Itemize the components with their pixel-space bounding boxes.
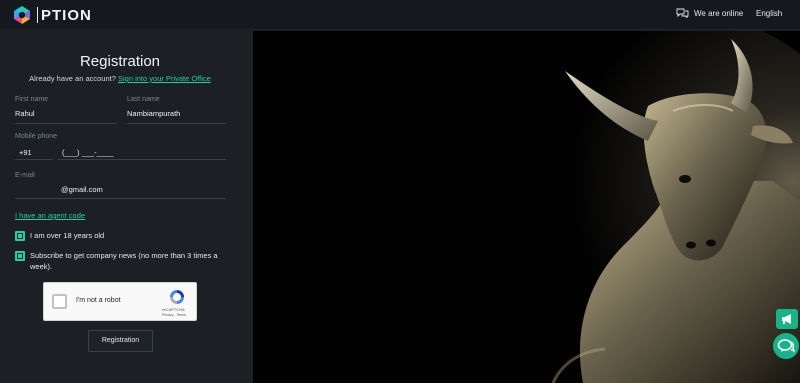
- country-code-select[interactable]: +91: [19, 148, 32, 157]
- announcement-button[interactable]: [776, 309, 798, 329]
- bull-illustration: [253, 31, 800, 383]
- news-checkbox-label: Subscribe to get company news (no more t…: [30, 251, 218, 271]
- brand-mark-icon: [14, 6, 30, 24]
- age-checkbox[interactable]: [15, 231, 25, 241]
- last-name-field[interactable]: Nambiampurath: [127, 109, 180, 118]
- signin-prompt: Already have an account? Sign into your …: [0, 74, 240, 83]
- registration-button[interactable]: Registration: [88, 330, 153, 352]
- recaptcha-label: I'm not a robot: [76, 297, 121, 304]
- brand-logo[interactable]: PTION: [12, 5, 92, 25]
- first-name-label: First name: [15, 96, 49, 103]
- chat-icon: [777, 339, 796, 353]
- signin-link[interactable]: Sign into your Private Office: [118, 74, 211, 83]
- news-checkbox[interactable]: [15, 251, 25, 261]
- recaptcha-checkbox[interactable]: [52, 294, 67, 309]
- first-name-field[interactable]: Rahul: [15, 109, 35, 118]
- mobile-underline: [58, 159, 226, 160]
- country-code-underline: [15, 159, 53, 160]
- registration-panel: Registration Already have an account? Si…: [0, 31, 253, 383]
- top-bar: PTION We are online English: [0, 0, 800, 30]
- mobile-label: Mobile phone: [15, 133, 58, 140]
- agent-code-link[interactable]: I have an agent code: [15, 211, 85, 220]
- recaptcha-logo-icon: [170, 290, 184, 304]
- brand-name: PTION: [41, 6, 92, 24]
- mobile-phone-field[interactable]: (___) ___-____: [62, 148, 113, 157]
- page-title: Registration: [79, 53, 161, 70]
- email-underline: [15, 198, 226, 199]
- first-name-underline: [15, 123, 117, 124]
- recaptcha-widget: I'm not a robot reCAPTCHA Privacy - Term…: [43, 282, 197, 321]
- recaptcha-brand: reCAPTCHA: [162, 307, 185, 312]
- online-status[interactable]: We are online: [676, 8, 743, 18]
- online-label: We are online: [694, 8, 744, 18]
- chat-bubbles-icon: [676, 8, 689, 18]
- megaphone-icon: [782, 314, 791, 324]
- last-name-label: Last name: [127, 96, 160, 103]
- language-selector[interactable]: English: [756, 9, 782, 18]
- email-label: E-mail: [15, 172, 35, 179]
- email-field[interactable]: @gmail.com: [61, 185, 103, 194]
- live-chat-button[interactable]: [773, 333, 799, 359]
- brand-separator: [37, 7, 38, 23]
- recaptcha-terms-link[interactable]: Privacy - Terms: [162, 313, 186, 317]
- hero-bull-image: [253, 31, 800, 383]
- account-prompt-text: Already have an account?: [29, 74, 116, 83]
- last-name-underline: [127, 123, 226, 124]
- age-checkbox-label: I am over 18 years old: [30, 231, 105, 240]
